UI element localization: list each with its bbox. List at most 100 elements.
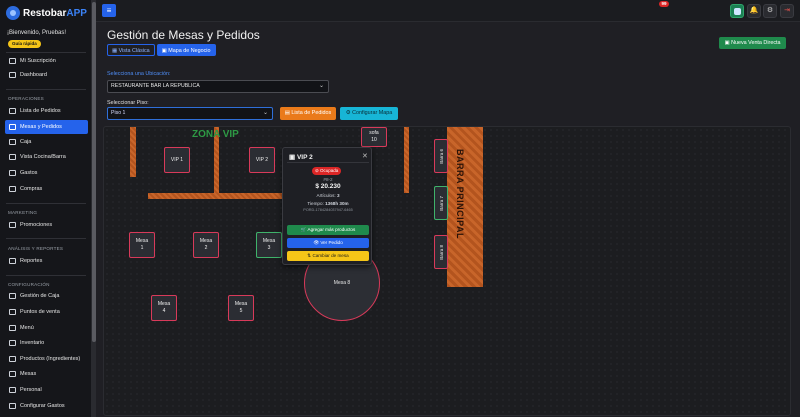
sidebar-item-tables[interactable]: Mesas — [5, 367, 88, 381]
cart-icon — [9, 186, 16, 192]
table-label: Mesa — [199, 238, 213, 244]
floor-label: Seleccionar Piso: — [107, 100, 149, 106]
business-map[interactable]: ZONA VIP BARRA PRINCIPAL Barra 6 Barra 7… — [103, 126, 791, 416]
gear-icon[interactable]: ⚙ — [763, 4, 777, 18]
dashboard-icon — [9, 72, 16, 78]
sidebar-item-subscription[interactable]: Mi Suscripción — [5, 54, 88, 68]
table-vip-2[interactable]: VIP 2 — [249, 147, 275, 173]
logo-icon — [6, 6, 20, 20]
sidebar-item-label: Inventario — [20, 340, 45, 346]
sidebar-item-expenses[interactable]: Gastos — [5, 166, 88, 180]
tab-label: Vista Clásica — [118, 48, 150, 54]
sidebar-item-label: Mi Suscripción — [20, 58, 56, 64]
button-label: Nueva Venta Directa — [731, 40, 781, 46]
view-tabs: ▦ Vista Clásica ▣ Mapa de Negocio — [107, 44, 216, 56]
button-label: Ver Pedido — [320, 240, 343, 245]
sidebar-item-reports[interactable]: Reportes — [5, 254, 88, 268]
divider — [6, 275, 86, 276]
sidebar-item-label: Gestión de Caja — [20, 293, 60, 299]
table-mesa-2[interactable]: Mesa 2 — [193, 232, 219, 258]
elapsed-time: Tiempo: 1368h 30m — [283, 201, 373, 206]
brand[interactable]: Restobar APP — [6, 6, 87, 20]
sidebar-item-dashboard[interactable]: Dashboard — [5, 68, 88, 82]
change-table-button[interactable]: ⇅ Cambiar de mesa — [287, 251, 369, 261]
sidebar-scrollbar-thumb[interactable] — [92, 2, 96, 342]
sidebar-item-products[interactable]: Productos (Ingredientes) — [5, 352, 88, 366]
order-code: PORD-1784284037947-6465 — [303, 208, 353, 212]
table-number: 10 — [371, 137, 377, 143]
list-icon — [9, 108, 16, 114]
divider — [6, 89, 86, 90]
sidebar-item-points-of-sale[interactable]: Puntos de venta — [5, 305, 88, 319]
configure-map-button[interactable]: ⚙ Configurar Mapa — [340, 107, 398, 120]
table-mesa-5[interactable]: Mesa 5 — [228, 295, 254, 321]
table-number: 1 — [140, 245, 144, 251]
sidebar-item-label: Lista de Pedidos — [20, 108, 61, 114]
cash-icon — [9, 139, 16, 145]
sidebar-item-label: Vista Cocina/Barra — [20, 154, 66, 160]
main-bar — [447, 127, 483, 287]
table-label: VIP 1 — [170, 156, 184, 163]
floor-select[interactable]: Piso 1 ⌄ — [107, 107, 273, 120]
orders-list-button[interactable]: ▤ Lista de Pedidos — [280, 107, 336, 120]
zone-label: ZONA VIP — [192, 129, 239, 140]
sidebar-item-cash[interactable]: Caja — [5, 135, 88, 149]
location-select[interactable]: RESTAURANTE BAR LA REPUBLICA ⌄ — [107, 80, 329, 93]
bar-label: BARRA PRINCIPAL — [455, 149, 465, 239]
sidebar-item-purchases[interactable]: Compras — [5, 182, 88, 196]
sidebar-item-menu[interactable]: Menú — [5, 321, 88, 335]
table-label: Mesa — [262, 238, 276, 244]
sidebar-item-label: Caja — [20, 139, 32, 145]
inventory-icon — [9, 340, 16, 346]
close-icon[interactable]: ✕ — [362, 152, 368, 160]
sidebar-item-label: Mesas y Pedidos — [20, 124, 62, 130]
logout-icon[interactable]: ⇥ — [780, 4, 794, 18]
bar-seat[interactable]: Barra 8 — [434, 235, 448, 269]
new-direct-sale-button[interactable]: ▣ Nueva Venta Directa — [719, 37, 786, 49]
table-number: 2 — [204, 245, 208, 251]
location-label: Selecciona una Ubicación: — [107, 71, 171, 77]
table-label: sofa — [369, 130, 379, 136]
tab-classic-view[interactable]: ▦ Vista Clásica — [107, 44, 155, 56]
sidebar-item-promotions[interactable]: Promociones — [5, 218, 88, 232]
table-mesa-1[interactable]: Mesa 1 — [129, 232, 155, 258]
promo-icon — [9, 222, 16, 228]
bell-icon[interactable]: 🔔 — [747, 4, 761, 18]
product-icon — [9, 356, 16, 362]
table-label: Mesa 8 — [333, 280, 351, 286]
card-icon — [9, 58, 16, 64]
table-sofa-10[interactable]: sofa 10 — [361, 127, 387, 147]
tab-business-map[interactable]: ▣ Mapa de Negocio — [156, 44, 216, 56]
notification-badge: 99 — [659, 1, 669, 7]
sidebar-item-inventory[interactable]: Inventario — [5, 336, 88, 350]
divider — [287, 162, 369, 163]
bar-seat-label: Barra 7 — [438, 195, 444, 211]
brand-name: Restobar — [23, 7, 67, 19]
table-vip-1[interactable]: VIP 1 — [164, 147, 190, 173]
bar-seat[interactable]: Barra 7 — [434, 186, 448, 220]
hamburger-icon[interactable]: ≡ — [102, 4, 116, 17]
floor-value: Piso 1 — [111, 110, 126, 116]
sidebar-item-cash-management[interactable]: Gestión de Caja — [5, 289, 88, 303]
table-mesa-4[interactable]: Mesa 4 — [151, 295, 177, 321]
section-analisis: ANÁLISIS Y REPORTES — [8, 246, 64, 251]
sidebar-item-orders-list[interactable]: Lista de Pedidos — [5, 104, 88, 118]
bar-seat[interactable]: Barra 6 — [434, 139, 448, 173]
sidebar: Restobar APP ¡Bienvenido, Pruebas! Guía … — [0, 0, 92, 417]
sidebar-item-label: Productos (Ingredientes) — [20, 356, 81, 362]
view-order-button[interactable]: 👁 Ver Pedido — [287, 238, 369, 248]
sidebar-item-label: Personal — [20, 387, 42, 393]
sidebar-item-configure-expenses[interactable]: Configurar Gastos — [5, 399, 88, 413]
add-products-button[interactable]: 🛒 Agregar más productos — [287, 225, 369, 235]
brand-accent: APP — [66, 7, 87, 19]
sidebar-item-label: Compras — [20, 186, 43, 192]
guide-badge[interactable]: Guía rápida — [8, 40, 41, 48]
sidebar-item-staff[interactable]: Personal — [5, 383, 88, 397]
sidebar-item-tables-orders[interactable]: Mesas y Pedidos — [5, 120, 88, 134]
sidebar-item-kitchen[interactable]: Vista Cocina/Barra — [5, 150, 88, 164]
table-number: 3 — [267, 245, 271, 251]
section-marketing: MARKETING — [8, 210, 38, 215]
table-mesa-3[interactable]: Mesa 3 — [256, 232, 282, 258]
popup-title: ▣ VIP 2 — [289, 154, 313, 161]
store-icon[interactable] — [730, 4, 744, 18]
